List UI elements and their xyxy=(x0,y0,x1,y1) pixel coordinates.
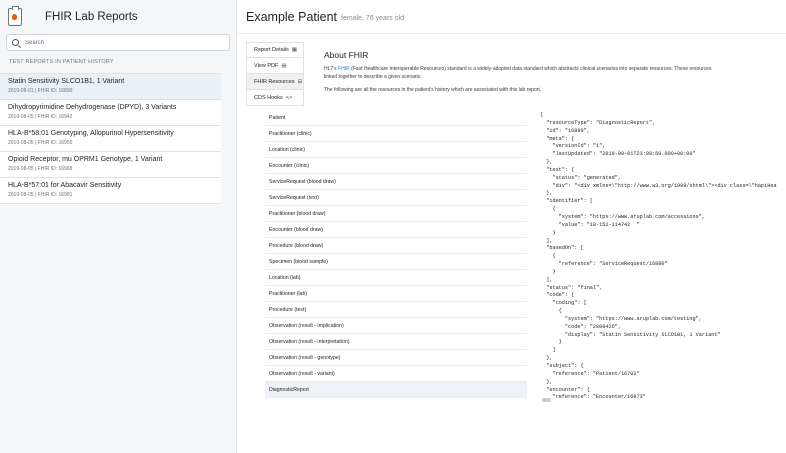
search-input[interactable] xyxy=(25,39,205,46)
grid-icon: ▦ xyxy=(291,47,298,53)
about-paragraph-2: The following are all the resources in t… xyxy=(324,87,542,93)
about-text: linked together to describe a given scen… xyxy=(324,74,422,80)
resource-item[interactable]: Procedure (blood draw) xyxy=(265,238,527,254)
report-item[interactable]: Statin Sensitivity SLCO1B1, 1 Variant 20… xyxy=(0,74,221,100)
resource-item[interactable]: Observation (result - interpretation) xyxy=(265,334,527,350)
brand-header: FHIR Lab Reports xyxy=(0,0,236,34)
resource-item[interactable]: Specimen (blood sample) xyxy=(265,254,527,270)
json-horizontal-scrollbar[interactable] xyxy=(540,397,786,403)
resource-item[interactable]: ServiceRequest (test) xyxy=(265,190,527,206)
report-meta: 2019-08-05 | FHIR ID: 16942 xyxy=(8,114,73,120)
about-text: (Fast Healthcare Interoperable Resources… xyxy=(349,66,712,72)
report-name: Dihydropyrimidine Dehydrogenase (DPYD), … xyxy=(8,104,177,111)
search-icon xyxy=(12,39,19,46)
report-item[interactable]: Opioid Receptor, mu OPRM1 Genotype, 1 Va… xyxy=(0,152,221,178)
report-list: Statin Sensitivity SLCO1B1, 1 Variant 20… xyxy=(0,73,221,204)
resource-item[interactable]: Practitioner (blood draw) xyxy=(265,206,527,222)
about-text: HL7's xyxy=(324,66,339,72)
scrollbar-thumb[interactable] xyxy=(542,398,551,402)
app-title: FHIR Lab Reports xyxy=(45,11,138,23)
tab-report-details[interactable]: Report Details ▦ xyxy=(246,42,304,58)
tab-view-pdf[interactable]: View PDF ▤ xyxy=(246,58,304,74)
tab-label: FHIR Resources xyxy=(254,78,295,85)
report-meta: 2019-08-05 | FHIR ID: 16955 xyxy=(8,140,73,146)
report-name: Statin Sensitivity SLCO1B1, 1 Variant xyxy=(8,78,125,85)
report-name: HLA-B*58:01 Genotyping, Allopurinol Hype… xyxy=(8,130,174,137)
resource-item[interactable]: DiagnosticReport xyxy=(265,382,527,398)
about-title: About FHIR xyxy=(324,50,369,60)
resource-item[interactable]: Location (clinic) xyxy=(265,142,527,158)
about-paragraph: HL7's FHIR (Fast Healthcare Interoperabl… xyxy=(324,65,786,81)
report-name: Opioid Receptor, mu OPRM1 Genotype, 1 Va… xyxy=(8,156,163,163)
fhir-link[interactable]: FHIR xyxy=(338,66,350,72)
report-item[interactable]: HLA-B*58:01 Genotyping, Allopurinol Hype… xyxy=(0,126,221,152)
report-tabs: Report Details ▦ View PDF ▤ FHIR Resourc… xyxy=(246,42,304,106)
patient-header: Example Patient female, 76 years old xyxy=(237,0,786,34)
resource-item[interactable]: Practitioner (lab) xyxy=(265,286,527,302)
report-name: HLA-B*57:01 for Abacavir Sensitivity xyxy=(8,182,122,189)
json-content: { "resourceType": "DiagnosticReport", "i… xyxy=(540,112,777,401)
tab-fhir-resources[interactable]: FHIR Resources ⊟ xyxy=(246,74,304,90)
resource-item[interactable]: Encounter (clinic) xyxy=(265,158,527,174)
code-icon: <> xyxy=(285,94,293,101)
tab-label: CDS Hooks xyxy=(254,94,283,101)
search-box[interactable] xyxy=(6,34,230,51)
resource-item[interactable]: Observation (result - variant) xyxy=(265,366,527,382)
file-icon: ▤ xyxy=(281,62,287,69)
report-meta: 2019-08-05 | FHIR ID: 16981 xyxy=(8,192,73,198)
resource-list: Patient Practitioner (clinic) Location (cl… xyxy=(265,110,527,398)
section-label: TEST REPORTS IN PATIENT HISTORY xyxy=(9,59,114,65)
resource-item[interactable]: ServiceRequest (blood draw) xyxy=(265,174,527,190)
patient-demographics: female, 76 years old xyxy=(341,14,405,22)
tab-label: View PDF xyxy=(254,62,279,69)
report-meta: 2019-08-05 | FHIR ID: 16968 xyxy=(8,166,73,172)
report-item[interactable]: HLA-B*57:01 for Abacavir Sensitivity 201… xyxy=(0,178,221,204)
tab-cds-hooks[interactable]: CDS Hooks <> xyxy=(246,90,304,106)
resource-item[interactable]: Practitioner (clinic) xyxy=(265,126,527,142)
patient-name: Example Patient xyxy=(246,9,338,24)
resource-item[interactable]: Procedure (test) xyxy=(265,302,527,318)
resource-item[interactable]: Patient xyxy=(265,110,527,126)
json-viewer: { "resourceType": "DiagnosticReport", "i… xyxy=(540,112,786,402)
resource-item[interactable]: Location (lab) xyxy=(265,270,527,286)
database-icon: ⊟ xyxy=(297,78,303,85)
clipboard-flame-icon xyxy=(8,6,22,26)
about-fhir-section: About FHIR HL7's FHIR (Fast Healthcare I… xyxy=(324,50,786,93)
sidebar: FHIR Lab Reports TEST REPORTS IN PATIENT… xyxy=(0,0,237,453)
report-meta: 2019-08-01 | FHIR ID: 16890 xyxy=(8,88,73,94)
tab-label: Report Details xyxy=(254,47,289,53)
report-item[interactable]: Dihydropyrimidine Dehydrogenase (DPYD), … xyxy=(0,100,221,126)
resource-item[interactable]: Observation (result - implication) xyxy=(265,318,527,334)
resource-item[interactable]: Observation (result - genotype) xyxy=(265,350,527,366)
resource-item[interactable]: Encounter (blood draw) xyxy=(265,222,527,238)
